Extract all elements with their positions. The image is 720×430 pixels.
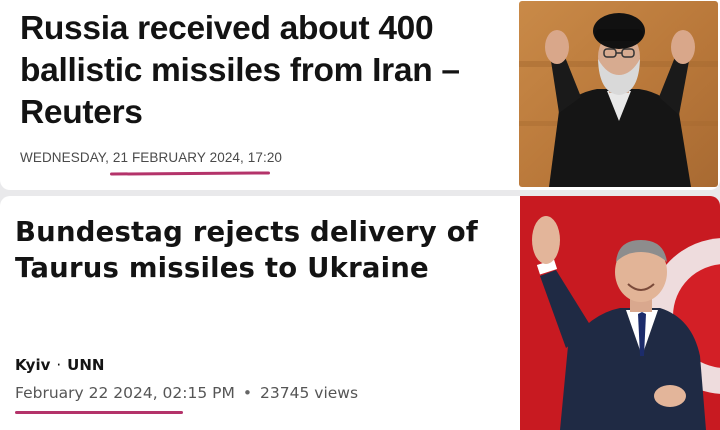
article-source-line: Kyiv · UNN: [15, 356, 104, 374]
article-photo-cleric[interactable]: [519, 1, 718, 187]
article-date: February 22 2024, 02:15 PM: [15, 384, 235, 402]
highlight-underline: [15, 411, 183, 414]
cleric-waving-illustration: [519, 1, 718, 187]
article-headline[interactable]: Bundestag rejects delivery of Taurus mis…: [15, 214, 520, 286]
article-headline[interactable]: Russia received about 400 ballistic miss…: [20, 8, 510, 134]
article-card-unn[interactable]: Bundestag rejects delivery of Taurus mis…: [0, 196, 720, 430]
highlight-underline: [109, 171, 271, 176]
separator-dot: ·: [56, 356, 62, 374]
article-views: 23745 views: [260, 384, 359, 402]
article-card-reuters[interactable]: Russia received about 400 ballistic miss…: [0, 0, 720, 190]
politician-waving-illustration: [520, 196, 720, 430]
article-photo-politician[interactable]: [520, 196, 720, 430]
article-meta-line: February 22 2024, 02:15 PM • 23745 views: [15, 384, 358, 402]
article-dateline: WEDNESDAY, 21 FEBRUARY 2024, 17:20: [20, 150, 283, 165]
separator-dot: •: [242, 384, 253, 402]
article-source[interactable]: UNN: [67, 356, 104, 374]
article-location: Kyiv: [15, 356, 51, 374]
